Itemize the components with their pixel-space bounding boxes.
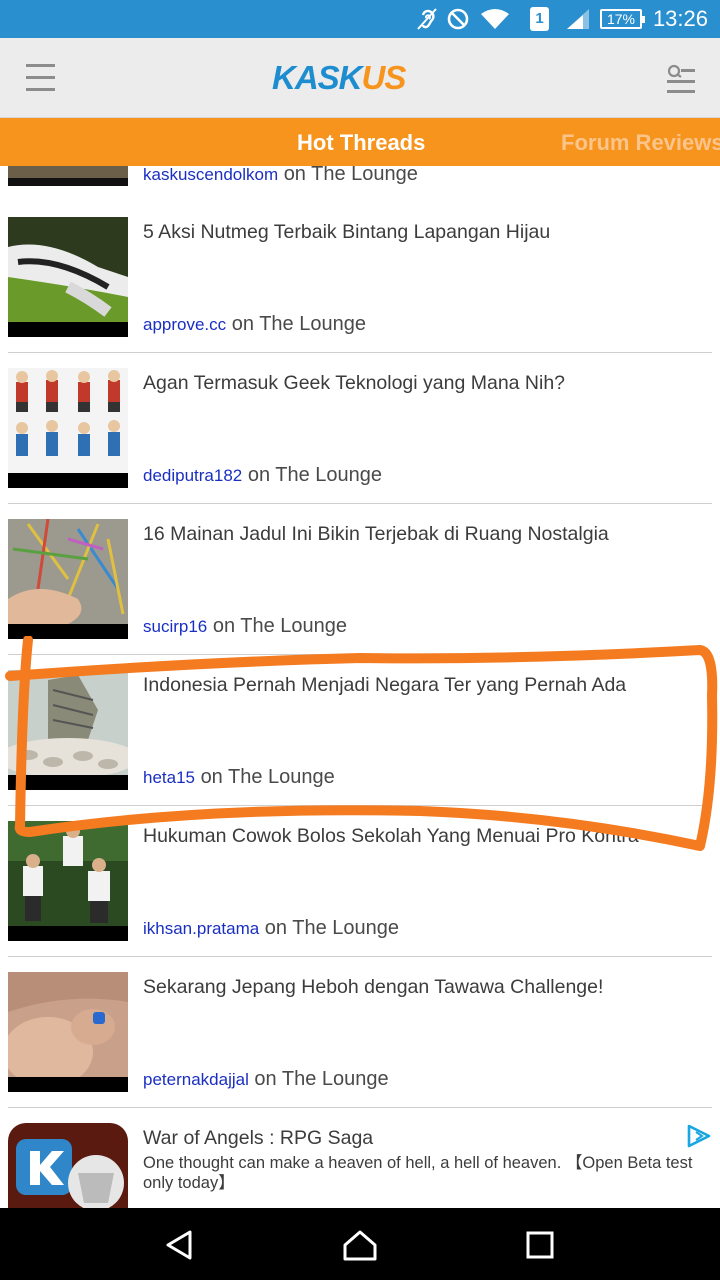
thread-title[interactable]: 5 Aksi Nutmeg Terbaik Bintang Lapangan H… <box>143 220 703 244</box>
thread-username[interactable]: heta15 <box>143 768 195 787</box>
thread-forum: The Lounge <box>275 464 383 486</box>
thread-meta: approve.cc on The Lounge <box>143 313 366 335</box>
list-item[interactable]: 5 Aksi Nutmeg Terbaik Bintang Lapangan H… <box>0 202 720 353</box>
list-item[interactable]: Sekarang Jepang Heboh dengan Tawawa Chal… <box>0 957 720 1108</box>
recents-icon[interactable] <box>520 1228 560 1262</box>
navigation-bar <box>0 1208 720 1280</box>
thread-title[interactable]: Agan Termasuk Geek Teknologi yang Mana N… <box>143 371 703 395</box>
thread-username[interactable]: kaskuscendolkom <box>143 166 278 184</box>
thread-thumbnail <box>8 368 128 488</box>
ad-item[interactable]: War of Angels : RPG Saga One thought can… <box>0 1108 720 1208</box>
thread-thumbnail <box>8 217 128 337</box>
thread-username[interactable]: sucirp16 <box>143 617 207 636</box>
thread-meta: ikhsan.pratama on The Lounge <box>143 917 400 939</box>
list-item[interactable]: kaskuscendolkom on The Lounge <box>0 166 720 202</box>
tab-hot-threads[interactable]: Hot Threads <box>297 118 425 166</box>
battery-icon: 17% <box>600 9 645 29</box>
ad-description: One thought can make a heaven of hell, a… <box>143 1154 693 1192</box>
clock: 13:26 <box>652 6 708 31</box>
list-item[interactable]: Agan Termasuk Geek Teknologi yang Mana N… <box>0 353 720 504</box>
list-item[interactable]: 16 Mainan Jadul Ini Bikin Terjebak di Ru… <box>0 504 720 655</box>
adchoices-icon[interactable] <box>686 1124 712 1148</box>
search-menu-icon[interactable] <box>664 64 696 94</box>
kaskus-logo: KASKUS <box>272 59 406 96</box>
thread-meta: kaskuscendolkom on The Lounge <box>143 166 418 187</box>
thread-thumbnail <box>8 972 128 1092</box>
do-not-disturb-icon <box>447 8 469 30</box>
thread-title[interactable]: Indonesia Pernah Menjadi Negara Ter yang… <box>143 673 703 697</box>
thread-thumbnail <box>8 821 128 941</box>
thread-thumbnail <box>8 519 128 639</box>
wifi-icon <box>481 9 509 29</box>
thread-meta: heta15 on The Lounge <box>143 766 335 788</box>
thread-forum: The Lounge <box>259 313 366 335</box>
thread-forum: The Lounge <box>292 917 400 939</box>
list-item[interactable]: Indonesia Pernah Menjadi Negara Ter yang… <box>0 655 720 806</box>
tab-bar: Hot Threads Forum Reviews <box>0 118 720 166</box>
sim-icon: 1 <box>530 7 549 31</box>
back-icon[interactable] <box>160 1228 200 1262</box>
thread-username[interactable]: approve.cc <box>143 315 226 334</box>
app-bar: KASKUS <box>0 38 720 118</box>
thread-username[interactable]: ikhsan.pratama <box>143 919 259 938</box>
ad-app-icon <box>8 1123 128 1208</box>
thread-forum: The Lounge <box>228 766 335 788</box>
thread-forum: The Lounge <box>281 1068 389 1090</box>
thread-meta: peternakdajjal on The Lounge <box>143 1068 389 1090</box>
ad-title[interactable]: War of Angels : RPG Saga <box>143 1126 703 1150</box>
hearing-aid-icon <box>417 8 437 30</box>
tab-forum-reviews[interactable]: Forum Reviews <box>561 118 720 166</box>
list-item[interactable]: Hukuman Cowok Bolos Sekolah Yang Menuai … <box>0 806 720 957</box>
thread-meta: dediputra182 on The Lounge <box>143 464 383 486</box>
thread-title[interactable]: Hukuman Cowok Bolos Sekolah Yang Menuai … <box>143 824 703 848</box>
thread-forum: The Lounge <box>240 615 348 637</box>
menu-icon[interactable] <box>26 64 55 92</box>
home-icon[interactable] <box>340 1228 380 1262</box>
thread-thumbnail <box>8 670 128 790</box>
thread-title[interactable]: Sekarang Jepang Heboh dengan Tawawa Chal… <box>143 975 703 999</box>
thread-username[interactable]: peternakdajjal <box>143 1070 249 1089</box>
signal-icon <box>567 9 589 29</box>
thread-meta: sucirp16 on The Lounge <box>143 615 348 637</box>
thread-username[interactable]: dediputra182 <box>143 466 242 485</box>
thread-thumbnail <box>8 166 128 186</box>
thread-forum: The Lounge <box>311 166 418 185</box>
status-bar: 1 17% 13:26 <box>0 0 720 38</box>
thread-title[interactable]: 16 Mainan Jadul Ini Bikin Terjebak di Ru… <box>143 522 703 546</box>
thread-list: kaskuscendolkom on The Lounge 5 Aksi Nut… <box>0 166 720 1208</box>
